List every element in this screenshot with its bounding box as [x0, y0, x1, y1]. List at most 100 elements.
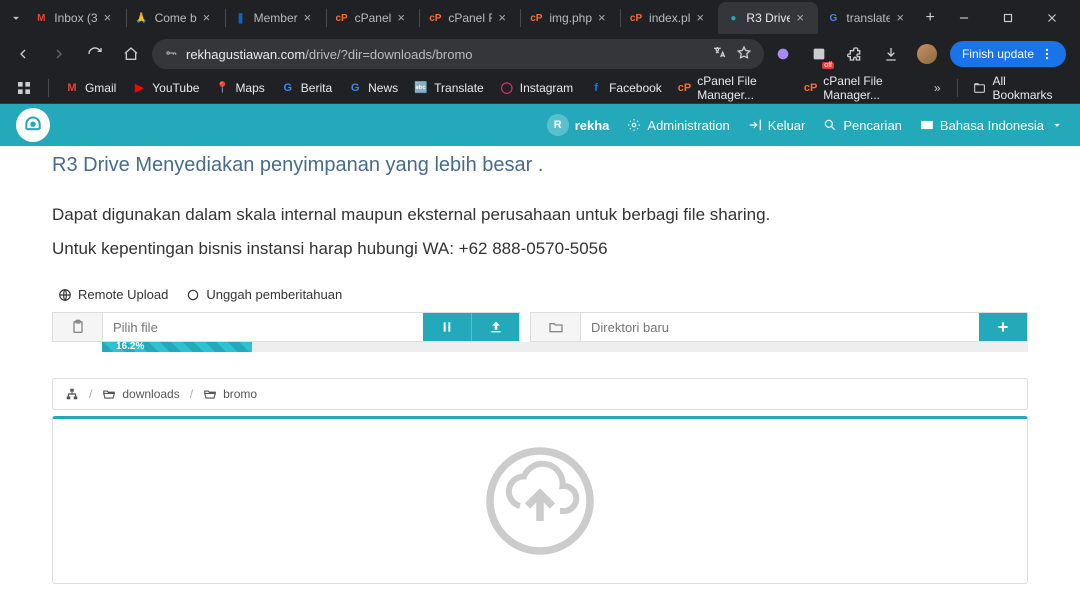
- new-tab-button[interactable]: +: [918, 4, 942, 32]
- tab-favicon: G: [826, 11, 840, 25]
- user-avatar: R: [547, 114, 569, 136]
- brand-logo[interactable]: [16, 108, 50, 142]
- tab-close-icon[interactable]: ×: [796, 11, 810, 25]
- tab-close-icon[interactable]: ×: [397, 11, 411, 25]
- tab-close-icon[interactable]: ×: [696, 11, 710, 25]
- tab-search-dropdown[interactable]: [6, 6, 26, 30]
- progress-label: 16.2%: [116, 341, 144, 352]
- window-close[interactable]: [1030, 1, 1074, 35]
- bookmark-item[interactable]: MGmail: [57, 77, 124, 99]
- bookmark-favicon: f: [589, 81, 603, 95]
- browser-tab[interactable]: cPcPanel F×: [420, 2, 520, 34]
- upload-button[interactable]: [471, 313, 519, 341]
- site-info-icon[interactable]: [164, 46, 178, 63]
- apps-grid-icon[interactable]: [8, 76, 40, 100]
- tab-title: cPanel: [355, 11, 392, 25]
- bookmark-label: Gmail: [85, 81, 116, 95]
- admin-link[interactable]: Administration: [627, 118, 729, 133]
- browser-tab[interactable]: cPimg.php×: [521, 2, 620, 34]
- tab-strip: MInbox (3×🙏Come b×❚Member×cPcPanel×cPcPa…: [0, 0, 1080, 36]
- bookmark-favicon: cP: [678, 81, 691, 95]
- sitemap-icon: [65, 387, 79, 401]
- tab-favicon: cP: [428, 11, 442, 25]
- bookmark-label: Berita: [301, 81, 332, 95]
- bookmark-favicon: G: [348, 81, 362, 95]
- upload-icon: [488, 319, 504, 335]
- tab-title: index.pl: [649, 11, 690, 25]
- bookmark-favicon: ▶: [132, 81, 146, 95]
- drop-area[interactable]: [52, 416, 1028, 584]
- downloads-icon[interactable]: [878, 41, 904, 67]
- user-menu[interactable]: R rekha: [547, 114, 610, 136]
- bookmark-item[interactable]: 🔤Translate: [406, 77, 492, 99]
- bookmark-star-icon[interactable]: [736, 45, 752, 64]
- profile-avatar[interactable]: [914, 41, 940, 67]
- home-button[interactable]: [116, 39, 146, 69]
- browser-tab[interactable]: cP cPanel ×: [327, 2, 420, 34]
- window-minimize[interactable]: [942, 1, 986, 35]
- browser-tab[interactable]: ❚Member×: [226, 2, 326, 34]
- description-line-2: Untuk kepentingan bisnis instansi harap …: [52, 239, 1028, 259]
- breadcrumb-seg-1[interactable]: downloads: [102, 387, 179, 401]
- tab-favicon: cP: [335, 11, 349, 25]
- breadcrumb-seg-2[interactable]: bromo: [203, 387, 257, 401]
- bookmark-item[interactable]: fFacebook: [581, 77, 670, 99]
- logout-link[interactable]: Keluar: [748, 118, 806, 133]
- bookmark-item[interactable]: ◯Instagram: [492, 77, 581, 99]
- upload-progress: 16.2%: [52, 342, 1028, 356]
- clipboard-icon: [53, 313, 103, 341]
- tab-favicon: ❚: [234, 11, 248, 25]
- tab-close-icon[interactable]: ×: [598, 11, 612, 25]
- bookmark-item[interactable]: cP cPanel File Manager...: [670, 70, 796, 106]
- new-directory-panel: [530, 312, 1028, 342]
- page-headline: R3 Drive Menyediakan penyimpanan yang le…: [52, 154, 1028, 177]
- extension-adblock-icon[interactable]: off: [806, 41, 832, 67]
- url-text: rekhagustiawan.com/drive/?dir=downloads/…: [186, 47, 704, 62]
- browser-tab[interactable]: cPindex.pl×: [621, 2, 718, 34]
- bookmark-item[interactable]: ▶ YouTube: [124, 77, 207, 99]
- file-input[interactable]: [103, 313, 423, 341]
- tab-close-icon[interactable]: ×: [203, 11, 217, 25]
- breadcrumb-root[interactable]: [65, 387, 79, 401]
- bookmark-item[interactable]: cP cPanel File Manager...: [796, 70, 922, 106]
- bookmark-item[interactable]: 📍Maps: [207, 77, 272, 99]
- tab-close-icon[interactable]: ×: [104, 11, 118, 25]
- browser-tab[interactable]: MInbox (3×: [26, 2, 125, 34]
- app-header: R rekha Administration Keluar Pencarian …: [0, 104, 1080, 146]
- browser-tab[interactable]: ●R3 Drive×: [718, 2, 818, 34]
- forward-button[interactable]: [44, 39, 74, 69]
- remote-upload-button[interactable]: Remote Upload: [58, 287, 168, 302]
- bookmark-favicon: 📍: [215, 81, 229, 95]
- browser-tab[interactable]: Gtranslate×: [818, 2, 918, 34]
- bookmark-item[interactable]: GNews: [340, 77, 406, 99]
- create-directory-button[interactable]: [979, 313, 1027, 341]
- language-selector[interactable]: Bahasa Indonesia: [920, 118, 1064, 133]
- bookmarks-overflow[interactable]: »: [926, 77, 949, 99]
- bookmark-label: Translate: [434, 81, 484, 95]
- pause-button[interactable]: [423, 313, 471, 341]
- extensions-puzzle-icon[interactable]: [842, 41, 868, 67]
- bookmark-item[interactable]: GBerita: [273, 77, 340, 99]
- finish-update-button[interactable]: Finish update: [950, 41, 1066, 67]
- extension-icon[interactable]: [770, 41, 796, 67]
- browser-tab[interactable]: 🙏Come b×: [127, 2, 225, 34]
- circle-icon: [186, 288, 200, 302]
- url-field[interactable]: rekhagustiawan.com/drive/?dir=downloads/…: [152, 39, 764, 69]
- translate-icon[interactable]: [712, 45, 728, 64]
- directory-input[interactable]: [581, 313, 979, 341]
- back-button[interactable]: [8, 39, 38, 69]
- address-bar: rekhagustiawan.com/drive/?dir=downloads/…: [0, 36, 1080, 72]
- bookmark-favicon: cP: [804, 81, 817, 95]
- reload-button[interactable]: [80, 39, 110, 69]
- all-bookmarks[interactable]: All Bookmarks: [965, 70, 1072, 106]
- tab-close-icon[interactable]: ×: [498, 11, 512, 25]
- search-link[interactable]: Pencarian: [823, 118, 902, 133]
- file-upload-panel: [52, 312, 520, 342]
- window-maximize[interactable]: [986, 1, 1030, 35]
- bookmark-label: YouTube: [152, 81, 199, 95]
- upload-notification-button[interactable]: Unggah pemberitahuan: [186, 287, 342, 302]
- tab-close-icon[interactable]: ×: [896, 11, 910, 25]
- bookmark-label: cPanel File Manager...: [697, 74, 788, 102]
- tab-close-icon[interactable]: ×: [304, 11, 318, 25]
- bookmark-label: cPanel File Manager...: [823, 74, 914, 102]
